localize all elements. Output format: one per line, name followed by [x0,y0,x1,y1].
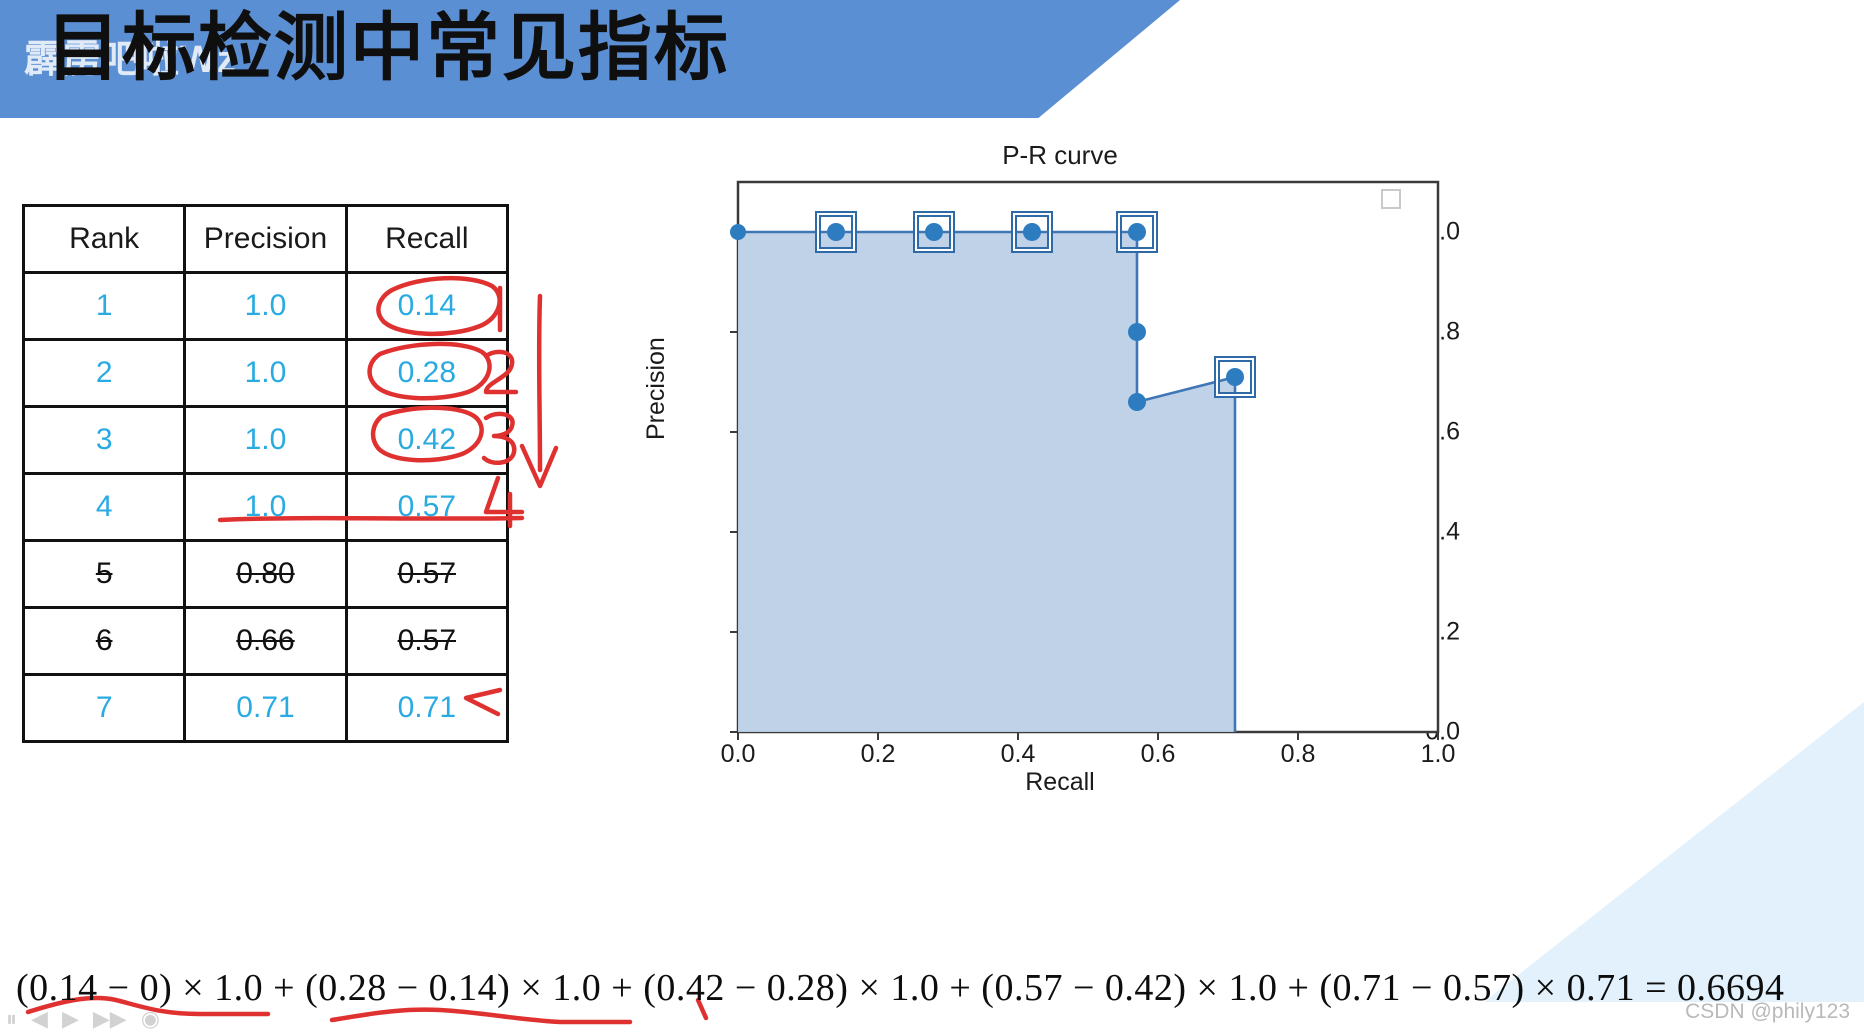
table-row: 4 1.0 0.57 [21,472,510,542]
cell-recall: 0.57 [344,472,510,542]
page-title: 目标检测中常见指标 [46,6,730,89]
cell-precision: 1.0 [183,472,348,542]
play-icon[interactable]: ▶ [62,1008,79,1030]
cell-precision: 0.80 [183,539,348,609]
cell-precision: 1.0 [183,271,348,341]
cell-precision: 1.0 [183,338,348,408]
column-header-recall: Recall [344,204,510,274]
arrow-head [519,443,559,489]
cell-precision: 0.66 [183,606,348,676]
csdn-watermark: CSDN @phily123 [1685,1000,1850,1023]
table-row: 3 1.0 0.42 [21,405,510,475]
cell-rank: 6 [21,606,187,676]
cell-rank: 7 [21,673,187,743]
column-header-rank: Rank [21,204,187,274]
table-row: 2 1.0 0.28 [21,338,510,408]
data-point [1128,323,1146,341]
settings-icon[interactable]: ◉ [141,1008,160,1030]
table-row: 1 1.0 0.14 [21,271,510,341]
pause-icon[interactable]: ⏸ [6,1008,17,1030]
cell-recall: 0.57 [344,606,510,676]
table-row: 6 0.66 0.57 [21,606,510,676]
chart-svg [730,180,1440,740]
table-row: 7 0.71 0.71 [21,673,510,743]
cell-rank: 5 [21,539,187,609]
cell-rank: 2 [21,338,187,408]
video-player-controls[interactable]: ⏸ ◀ ▶ ▶▶ ◉ [6,1008,160,1030]
decorative-triangle [1484,702,1864,1002]
pr-curve-chart: P-R curve Precision Recall 1.0 0.8 0.6 0… [642,140,1460,800]
prev-icon[interactable]: ◀ [31,1008,48,1030]
table-body: 1 1.0 0.14 2 1.0 0.28 3 1.0 0.42 4 1.0 0… [21,271,510,743]
data-point [1128,393,1146,411]
table-header-row: Rank Precision Recall [21,204,510,274]
next-icon[interactable]: ▶▶ [93,1008,127,1030]
cell-precision: 1.0 [183,405,348,475]
pr-table: Rank Precision Recall 1 1.0 0.14 2 1.0 0… [21,204,510,743]
cell-rank: 1 [21,271,187,341]
cell-rank: 4 [21,472,187,542]
cell-recall: 0.57 [344,539,510,609]
column-header-precision: Precision [183,204,348,274]
data-point [730,224,746,240]
arrow-shaft [536,293,543,473]
ap-formula: (0.14 − 0) × 1.0 + (0.28 − 0.14) × 1.0 +… [16,967,1785,1009]
cell-recall: 0.42 [344,405,510,475]
underline-formula-term2 [329,1007,633,1025]
cell-precision: 0.71 [183,673,348,743]
cell-recall: 0.71 [344,673,510,743]
cell-recall: 0.28 [344,338,510,408]
pr-table-container: Rank Precision Recall 1 1.0 0.14 2 1.0 0… [21,204,510,743]
cell-recall: 0.14 [344,271,510,341]
cell-rank: 3 [21,405,187,475]
table-row: 5 0.80 0.57 [21,539,510,609]
table-header: Rank Precision Recall [21,204,510,274]
